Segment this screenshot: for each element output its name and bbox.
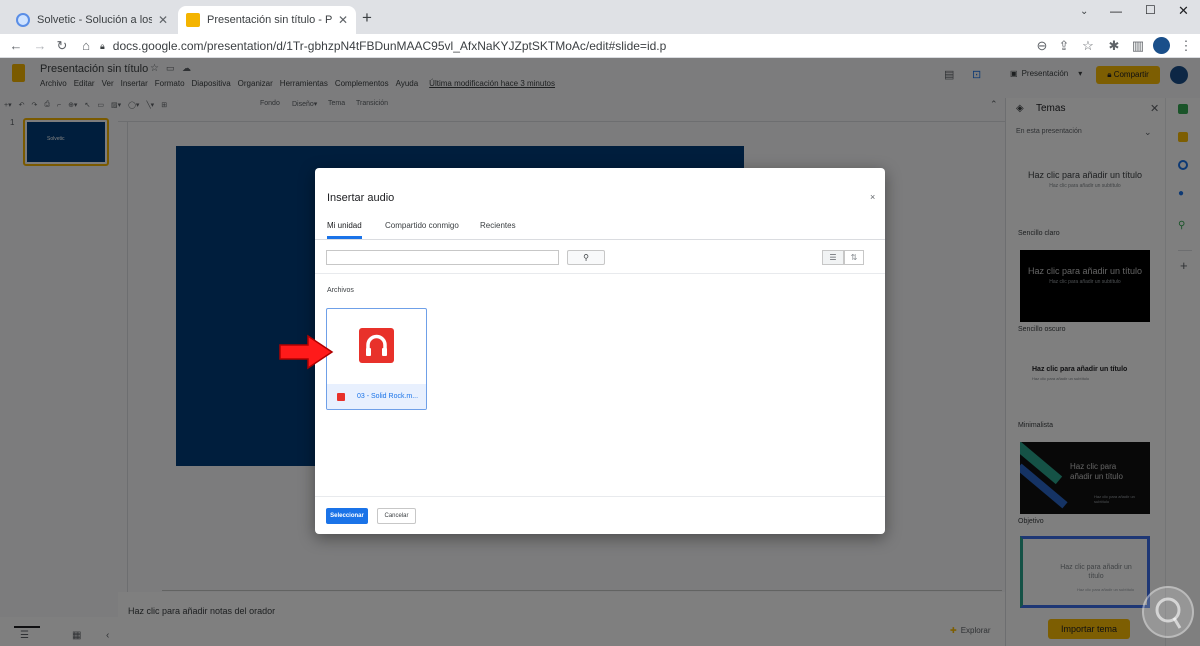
insert-audio-dialog: Insertar audio × Mi unidad Compartido co… [315,168,885,534]
extensions-icon[interactable]: ✱ [1104,36,1124,56]
browser-tab-slides[interactable]: Presentación sin título - Presenta ✕ [178,6,356,34]
close-icon[interactable]: ✕ [158,13,168,27]
bookmark-star-icon[interactable]: ☆ [1078,36,1098,56]
lock-icon: 🔒︎ [100,40,105,51]
address-bar: ← → ↻ ⌂ 🔒︎ docs.google.com/presentation/… [0,34,1200,58]
back-icon[interactable]: ← [6,36,26,56]
arrow-icon [278,334,334,370]
forward-icon[interactable]: → [30,36,50,56]
solvetic-favicon-icon [16,13,30,27]
slides-favicon-icon [186,13,200,27]
audio-file-card[interactable]: 03 - Solid Rock.m... [326,308,427,410]
reload-icon[interactable]: ↻ [52,36,72,56]
new-tab-icon[interactable]: + [362,8,372,28]
chrome-menu-icon[interactable]: ⋮ [1176,36,1196,56]
toolbar-divider [315,273,885,274]
tab-mi-unidad[interactable]: Mi unidad [327,221,362,230]
close-icon[interactable]: ✕ [338,13,348,27]
file-name: 03 - Solid Rock.m... [357,393,419,400]
audio-file-icon [337,393,345,401]
zoom-icon[interactable]: ⊖ [1032,36,1052,56]
cancel-button[interactable]: Cancelar [377,508,416,524]
footer-divider [315,496,885,497]
tabs-divider [315,239,885,240]
tab-recientes[interactable]: Recientes [480,221,516,230]
browser-tab-bar: Solvetic - Solución a los problem ✕ Pres… [0,0,1200,34]
list-view-icon[interactable]: ☰ [822,250,844,265]
section-label: Archivos [327,287,354,294]
solvetic-logo [1142,586,1194,638]
search-input[interactable] [326,250,559,265]
select-button[interactable]: Seleccionar [326,508,368,524]
tab-search-icon[interactable]: ⌄ [1080,6,1088,17]
side-panel-icon[interactable]: ▥ [1128,36,1148,56]
maximize-icon[interactable]: ☐ [1145,3,1156,17]
search-button[interactable]: ⚲ [567,250,605,265]
tab-compartido-conmigo[interactable]: Compartido conmigo [385,221,459,230]
close-icon[interactable]: × [870,192,875,202]
file-label-bar: 03 - Solid Rock.m... [327,384,426,409]
profile-avatar[interactable] [1153,37,1170,54]
browser-tab-solvetic[interactable]: Solvetic - Solución a los problem ✕ [8,6,176,34]
window-close-icon[interactable]: ✕ [1178,3,1189,19]
sort-icon[interactable]: ⇅ [844,250,864,265]
url-field[interactable]: 🔒︎ docs.google.com/presentation/d/1Tr-gb… [100,36,1040,56]
home-icon[interactable]: ⌂ [76,36,96,56]
headphones-icon [359,328,394,363]
dialog-title: Insertar audio [327,192,395,204]
share-page-icon[interactable]: ⇪ [1054,36,1074,56]
search-icon: ⚲ [583,253,589,262]
minimize-icon[interactable]: — [1110,4,1122,18]
